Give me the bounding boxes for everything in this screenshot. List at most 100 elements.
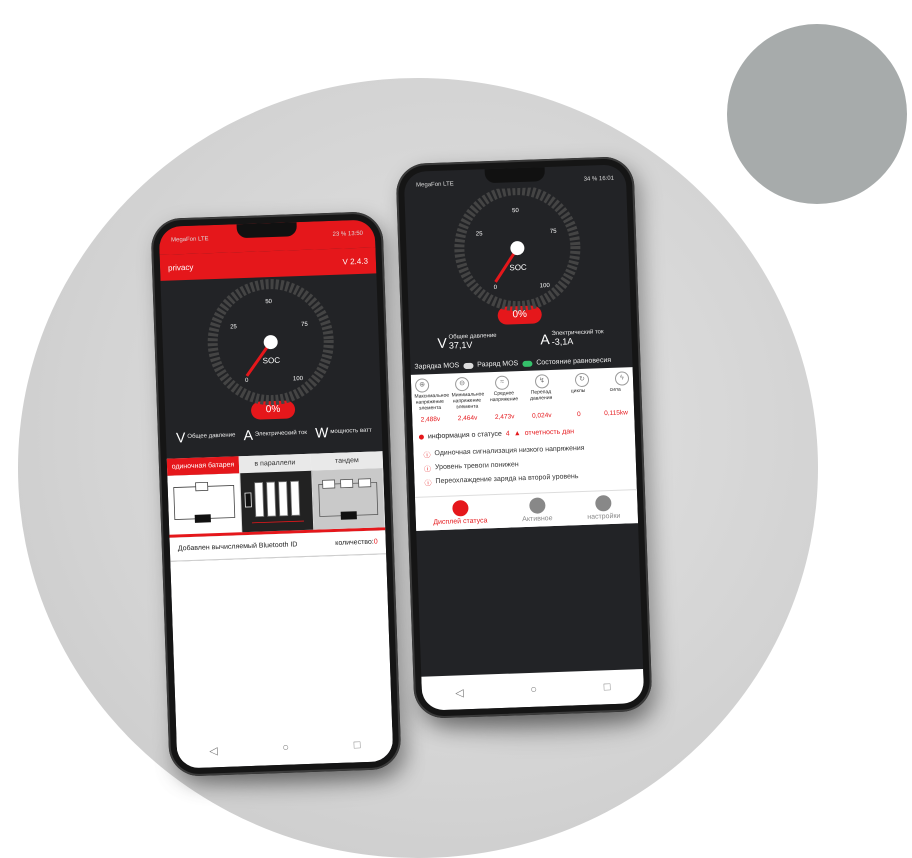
avg-voltage-icon: ≈ bbox=[494, 375, 510, 391]
cycles-icon: ↻ bbox=[574, 373, 590, 388]
metric-current: A Электрический ток -3,1A bbox=[540, 329, 604, 348]
balance-label: Состояние равновесия bbox=[536, 357, 612, 368]
current-value: -3,1A bbox=[551, 335, 574, 347]
status-info-count: 4 bbox=[505, 430, 510, 438]
gauge-tick-75: 75 bbox=[301, 322, 309, 328]
metric-voltage: V Общее давление bbox=[175, 428, 236, 446]
tab-active[interactable]: Активное bbox=[521, 497, 553, 523]
soc-gauge: SOC 0 25 50 75 100 bbox=[207, 279, 334, 406]
home-icon[interactable]: ○ bbox=[530, 684, 537, 696]
cell-value: 2,488v bbox=[420, 415, 441, 424]
pressure-drop-icon: ↯ bbox=[534, 374, 550, 390]
tab-status-display-label: Дисплей статуса bbox=[433, 517, 488, 526]
cell-value: 0,024v bbox=[531, 411, 552, 420]
system-nav-bar: ◁ ○ □ bbox=[176, 727, 394, 769]
system-nav-bar: ◁ ○ □ bbox=[421, 668, 645, 711]
series-diagram[interactable] bbox=[311, 468, 386, 530]
metric-current: A Электрический ток bbox=[243, 426, 308, 443]
voltage-value: 37,1V bbox=[448, 339, 473, 351]
parallel-diagram[interactable] bbox=[240, 470, 314, 533]
discharge-mos-label: Разряд MOS bbox=[477, 360, 519, 370]
cell-label: Среднее напряжение bbox=[489, 390, 519, 404]
bluetooth-label: Добавлен вычисляемый Bluetooth ID bbox=[177, 541, 298, 553]
recents-icon[interactable]: □ bbox=[354, 739, 361, 751]
tab-settings[interactable]: настройки bbox=[587, 494, 621, 521]
gauge-label: SOC bbox=[509, 263, 527, 273]
gauge-tick-0: 0 bbox=[245, 378, 249, 384]
phone-right-screen: MegaFon LTE 34 % 16:01 SOC 0 25 50 75 10… bbox=[403, 164, 645, 711]
voltage-text: Общее давление 37,1V bbox=[448, 333, 497, 351]
power-label: мощность ватт bbox=[330, 427, 372, 435]
home-icon[interactable]: ○ bbox=[282, 742, 289, 754]
status-right: 34 % 16:01 bbox=[583, 175, 615, 183]
metric-voltage: V Общее давление 37,1V bbox=[437, 333, 497, 352]
charge-mos-toggle[interactable] bbox=[463, 362, 474, 370]
gauge-tick-100: 100 bbox=[540, 283, 551, 289]
gauge-tick-50: 50 bbox=[265, 299, 273, 305]
power-icon: ϟ bbox=[614, 371, 630, 387]
phone-right: MegaFon LTE 34 % 16:01 SOC 0 25 50 75 10… bbox=[395, 156, 653, 719]
version-label: V 2.4.3 bbox=[342, 256, 369, 267]
alert-icon: ⓘ bbox=[423, 452, 431, 460]
gauge-tick-25: 25 bbox=[476, 231, 484, 237]
max-voltage-icon: ⊕ bbox=[414, 378, 430, 394]
tab-active-label: Активное bbox=[522, 514, 553, 523]
back-icon[interactable]: ◁ bbox=[209, 744, 218, 757]
current-icon: A bbox=[540, 331, 550, 348]
alert-icon: ⓘ bbox=[424, 479, 432, 488]
cell-label: циклы bbox=[570, 388, 586, 395]
gauge-hub bbox=[510, 241, 525, 256]
settings-icon bbox=[595, 494, 612, 512]
min-voltage-icon: ⊖ bbox=[454, 377, 470, 392]
status-right: 23 % 13:50 bbox=[332, 230, 364, 238]
current-label: Электрический ток bbox=[254, 429, 308, 438]
gauge-tick-50: 50 bbox=[512, 208, 520, 214]
voltage-icon: V bbox=[175, 429, 186, 446]
alert-item: ⓘ Переохлаждение заряда на второй уровен… bbox=[424, 471, 626, 488]
bottom-tab-bar: Дисплей статуса Активное настройки bbox=[414, 488, 639, 531]
report-link[interactable]: отчетность дан bbox=[525, 428, 575, 437]
power-icon: W bbox=[314, 424, 329, 441]
soc-gauge: SOC 0 25 50 75 100 bbox=[454, 185, 581, 312]
privacy-link[interactable]: privacy bbox=[168, 262, 194, 272]
cell-label: Минимальное напряжение элемента bbox=[451, 391, 485, 411]
charge-mos-label: Зарядка MOS bbox=[414, 362, 460, 372]
notch bbox=[236, 222, 298, 239]
connection-diagrams bbox=[167, 468, 386, 538]
count-wrapper: количество:0 bbox=[335, 538, 378, 546]
single-circuit-icon bbox=[173, 481, 236, 523]
gauge-tick-25: 25 bbox=[230, 324, 238, 330]
alert-icon: ⓘ bbox=[423, 465, 432, 474]
notch bbox=[484, 167, 546, 184]
alerts-list: ⓘ Одиночная сигнализация низкого напряже… bbox=[413, 439, 637, 497]
cell-value: 2,473v bbox=[494, 413, 515, 421]
gauge-label: SOC bbox=[263, 356, 281, 366]
phone-left: MegaFon LTE 23 % 13:50 privacy V 2.4.3 S… bbox=[150, 211, 402, 777]
cell-label: сила bbox=[609, 387, 621, 394]
cell-value: 0,115kw bbox=[604, 409, 629, 417]
active-icon bbox=[528, 497, 546, 514]
alert-text: Уровень тревоги понижен bbox=[434, 460, 519, 471]
status-left: MegaFon LTE bbox=[416, 181, 454, 189]
count-label: количество: bbox=[335, 538, 374, 547]
metric-power: W мощность ватт bbox=[315, 424, 372, 440]
alert-text: Переохлаждение заряда на второй уровень bbox=[435, 472, 579, 485]
status-display-icon bbox=[451, 499, 469, 517]
recents-icon[interactable]: □ bbox=[604, 681, 611, 693]
current-text: Электрический ток -3,1A bbox=[551, 329, 604, 347]
status-left: MegaFon LTE bbox=[170, 236, 209, 244]
back-icon[interactable]: ◁ bbox=[455, 686, 464, 699]
voltage-icon: V bbox=[437, 334, 448, 352]
cell-value: 0 bbox=[576, 410, 581, 418]
metric-row: V Общее давление A Электрический ток W м… bbox=[165, 415, 382, 453]
single-battery-diagram[interactable] bbox=[167, 473, 243, 535]
tab-status-display[interactable]: Дисплей статуса bbox=[433, 499, 488, 526]
discharge-mos-toggle[interactable] bbox=[522, 360, 533, 367]
series-circuit-icon bbox=[317, 478, 378, 520]
status-dot bbox=[418, 434, 424, 440]
gauge-tick-100: 100 bbox=[293, 376, 304, 382]
parallel-circuit-icon bbox=[244, 480, 304, 524]
accent-circle bbox=[727, 24, 907, 204]
tab-settings-label: настройки bbox=[587, 512, 621, 521]
warning-icon: ▲ bbox=[513, 429, 521, 438]
